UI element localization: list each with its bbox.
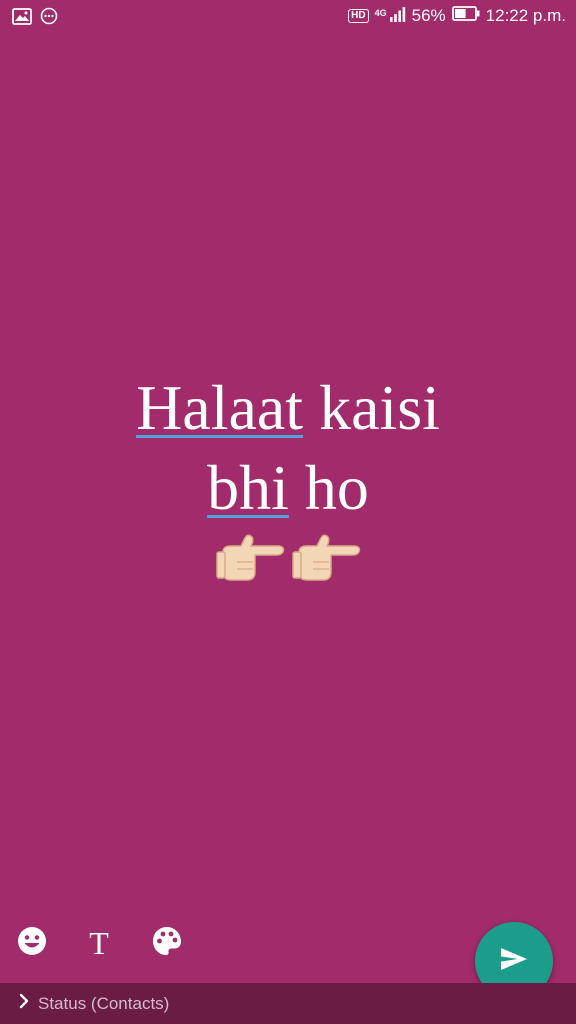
hd-badge: HD xyxy=(348,9,369,23)
clock: 12:22 p.m. xyxy=(485,6,566,25)
story-text-area[interactable]: Halaat kaisi bhi ho xyxy=(0,368,576,591)
story-word: Halaat xyxy=(136,372,304,443)
pointing-left-icon xyxy=(291,532,361,591)
gallery-icon xyxy=(12,7,32,30)
status-bar-left xyxy=(12,7,58,30)
story-emoji-row xyxy=(0,532,576,591)
audience-label: Status (Contacts) xyxy=(38,993,170,1013)
story-word: bhi xyxy=(207,452,289,523)
text-icon: T xyxy=(89,925,109,961)
emoji-button[interactable] xyxy=(15,926,49,960)
palette-icon xyxy=(151,925,183,962)
emoji-icon xyxy=(16,925,48,962)
story-word: kaisi xyxy=(319,372,440,443)
status-bar-right: HD 4G 56% 12:22 p.m. xyxy=(348,5,566,27)
send-icon xyxy=(499,946,529,977)
battery-icon xyxy=(451,6,480,26)
battery-percent: 56% xyxy=(411,6,446,25)
network-type: 4G xyxy=(374,8,387,18)
status-bar: HD 4G 56% 12:22 p.m. xyxy=(0,0,576,34)
more-dots-icon xyxy=(40,7,58,30)
signal-icon xyxy=(389,6,406,27)
story-word: ho xyxy=(304,452,369,523)
text-style-button[interactable]: T xyxy=(82,926,116,960)
pointing-left-icon xyxy=(215,532,285,591)
audience-selector[interactable]: Status (Contacts) xyxy=(18,993,169,1014)
status-audience-bar: Status (Contacts) xyxy=(0,983,576,1024)
story-line-1: Halaat kaisi xyxy=(0,368,576,448)
story-line-2: bhi ho xyxy=(0,448,576,528)
chevron-right-icon xyxy=(18,993,30,1014)
color-palette-button[interactable] xyxy=(150,926,184,960)
